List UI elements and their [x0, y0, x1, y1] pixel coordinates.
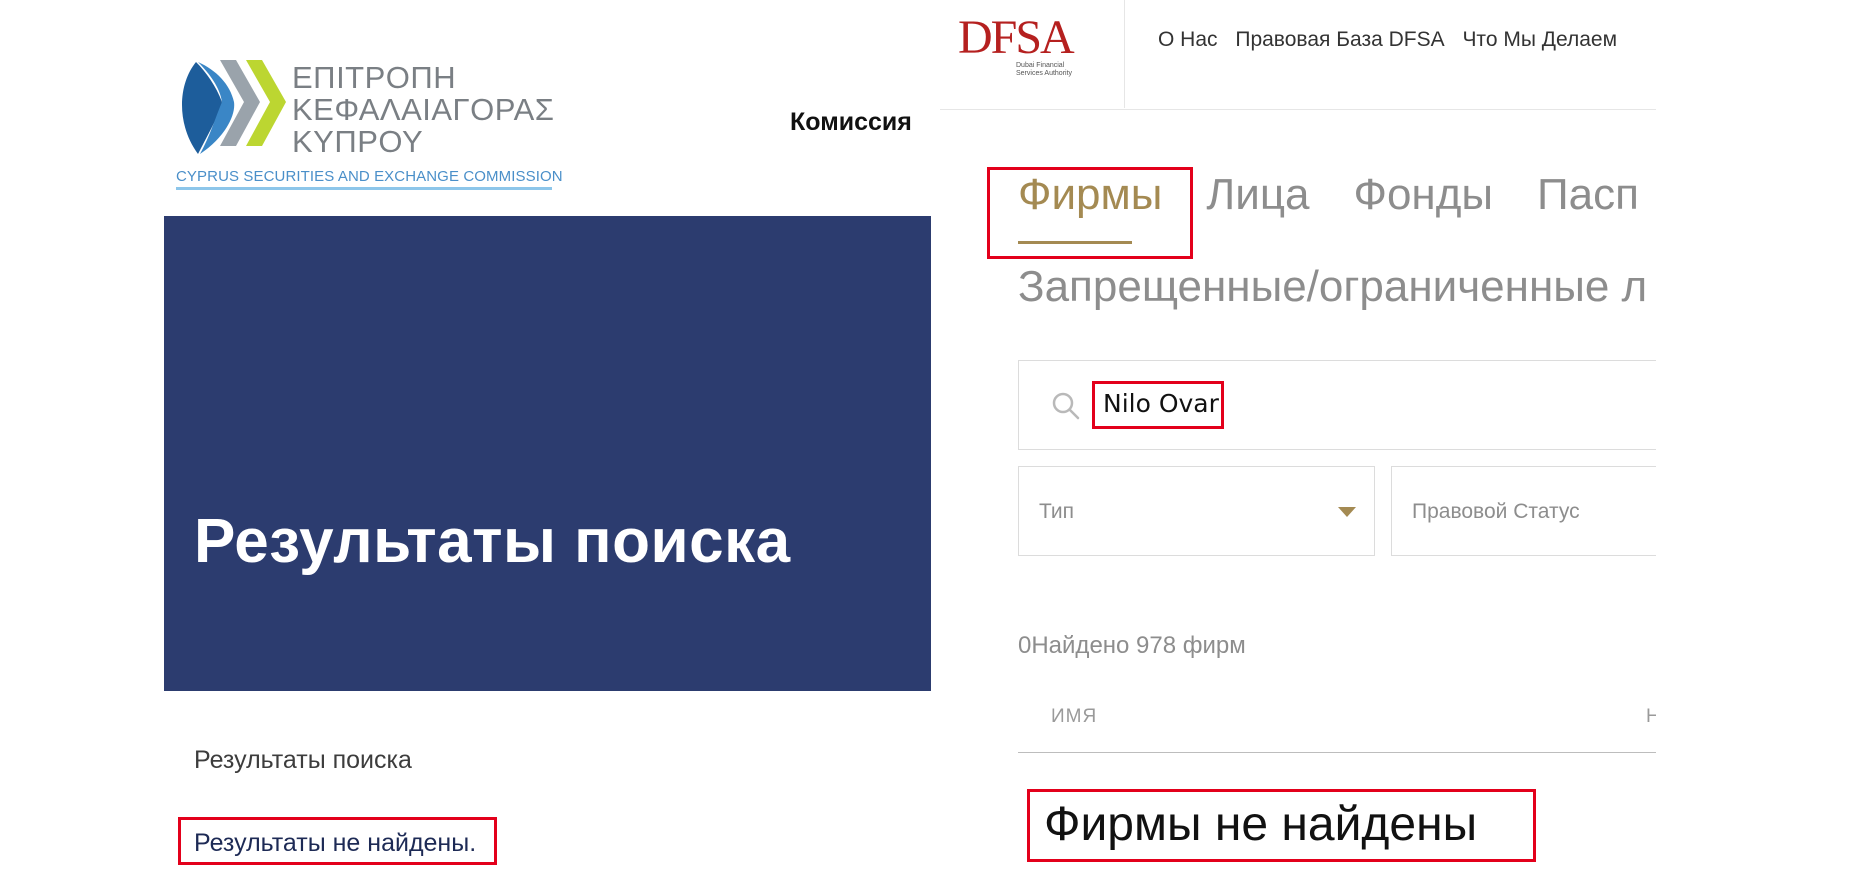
- dfsa-logo[interactable]: DFSA Dubai Financial Services Authority: [958, 10, 1088, 82]
- no-firms-message: Фирмы не найдены: [1044, 798, 1478, 851]
- cysec-screenshot: ΕΠΙΤΡΟΠΗ ΚΕΦΑΛΑΙΑΓΟΡΑΣ ΚΥΠΡΟΥ CYPRUS SEC…: [0, 0, 940, 881]
- highlight-box: [1092, 381, 1224, 429]
- tab-passport[interactable]: Пасп: [1537, 170, 1639, 220]
- dfsa-subtitle-line: Dubai Financial: [1016, 62, 1065, 69]
- page-title: Результаты поиска: [194, 507, 791, 576]
- no-results-message: Результаты не найдены.: [194, 829, 477, 857]
- greek-line: ΚΥΠΡΟΥ: [292, 124, 424, 159]
- cysec-greek-name: ΕΠΙΤΡΟΠΗ ΚΕΦΑΛΑΙΑΓΟΡΑΣ ΚΥΠΡΟΥ: [292, 62, 554, 158]
- nav-what-we-do-link[interactable]: Что Мы Делаем: [1462, 28, 1617, 51]
- nav-legal-link[interactable]: Правовая База DFSA: [1235, 28, 1444, 51]
- type-dropdown[interactable]: Тип: [1018, 466, 1375, 556]
- result-count: 0Найдено 978 фирм: [1018, 632, 1246, 659]
- search-icon: [1052, 392, 1080, 420]
- nav-commission-link[interactable]: Комиссия: [790, 108, 912, 137]
- cysec-english-name: CYPRUS SECURITIES AND EXCHANGE COMMISSIO…: [176, 168, 563, 185]
- chevron-down-icon: [1338, 507, 1356, 517]
- divider: [940, 109, 1656, 110]
- column-header-name[interactable]: ИМЯ: [1051, 706, 1097, 728]
- hero-banner: Результаты поиска: [164, 216, 931, 691]
- tab-restricted[interactable]: Запрещенные/ограниченные л: [1018, 262, 1647, 312]
- dfsa-subtitle-line: Services Authority: [1016, 70, 1073, 77]
- dfsa-logo-mark: DFSA: [958, 11, 1075, 64]
- cysec-logo[interactable]: ΕΠΙΤΡΟΠΗ ΚΕΦΑΛΑΙΑΓΟΡΑΣ ΚΥΠΡΟΥ CYPRUS SEC…: [176, 54, 563, 194]
- divider: [1124, 0, 1125, 108]
- tab-funds[interactable]: Фонды: [1354, 170, 1494, 220]
- dfsa-logo-subtitle: Dubai Financial Services Authority: [1016, 62, 1072, 78]
- legal-status-dropdown-label: Правовой Статус: [1412, 500, 1580, 523]
- legal-status-dropdown[interactable]: Правовой Статус: [1391, 466, 1656, 556]
- highlight-box: [987, 167, 1193, 259]
- logo-underline: [176, 187, 552, 190]
- nav-about-link[interactable]: О Нас: [1158, 28, 1218, 51]
- tab-individuals[interactable]: Лица: [1206, 170, 1309, 220]
- dfsa-screenshot: DFSA Dubai Financial Services Authority …: [940, 0, 1656, 881]
- greek-line: ΚΕΦΑΛΑΙΑΓΟΡΑΣ: [292, 92, 555, 127]
- table-header-divider: [1018, 752, 1656, 753]
- column-header-truncated[interactable]: Н: [1646, 706, 1656, 728]
- cysec-emblem-icon: [182, 60, 286, 154]
- type-dropdown-label: Тип: [1039, 500, 1075, 523]
- top-nav: О Нас Правовая База DFSA Что Мы Делаем: [1158, 28, 1629, 52]
- greek-line: ΕΠΙΤΡΟΠΗ: [292, 60, 457, 95]
- breadcrumb: Результаты поиска: [194, 746, 412, 774]
